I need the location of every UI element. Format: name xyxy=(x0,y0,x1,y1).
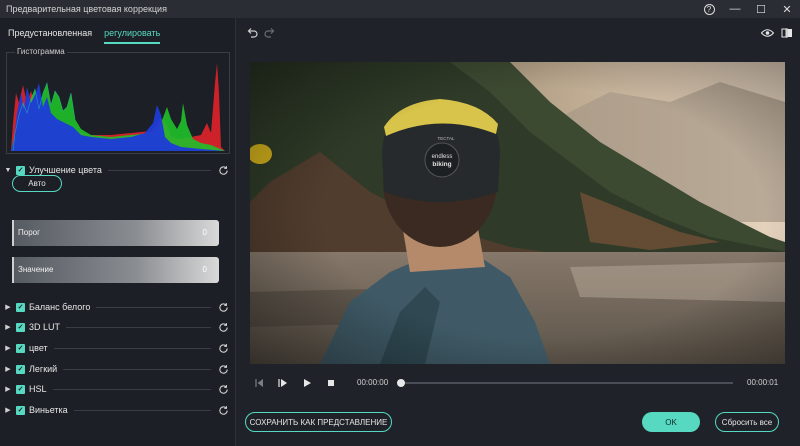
amount-value: 0 xyxy=(202,265,207,274)
minimize-button[interactable]: — xyxy=(722,0,748,18)
threshold-value: 0 xyxy=(202,228,207,237)
compare-icon[interactable] xyxy=(780,26,794,40)
progress-track[interactable] xyxy=(401,382,733,384)
section-label: Улучшение цвета xyxy=(29,165,102,175)
close-button[interactable]: ✕ xyxy=(774,0,800,18)
reset-icon[interactable] xyxy=(217,164,229,176)
checkbox-light[interactable]: ✓ xyxy=(16,364,25,374)
help-button[interactable]: ? xyxy=(696,0,722,18)
progress-knob[interactable] xyxy=(397,379,405,387)
histogram-chart xyxy=(11,63,225,151)
reset-icon[interactable] xyxy=(217,342,229,354)
divider xyxy=(53,347,211,349)
maximize-button[interactable]: ☐ xyxy=(748,0,774,18)
reset-icon[interactable] xyxy=(217,301,229,313)
section-3d-lut[interactable]: ▶ ✓ 3D LUT xyxy=(0,319,236,335)
divider xyxy=(66,326,211,328)
prev-frame-icon[interactable] xyxy=(253,377,265,389)
tab-bar: Предустановленная регулировать xyxy=(0,18,236,44)
expand-arrow-icon[interactable]: ▶ xyxy=(2,342,14,354)
reset-all-button[interactable]: Сбросить все xyxy=(715,412,779,432)
checkbox-color[interactable]: ✓ xyxy=(16,343,25,353)
tab-adjust[interactable]: регулировать xyxy=(104,28,161,44)
section-label: цвет xyxy=(29,343,48,353)
threshold-slider[interactable]: Порог 0 xyxy=(12,220,219,246)
divider xyxy=(107,169,211,171)
play-icon[interactable] xyxy=(301,377,313,389)
section-vignette[interactable]: ▶ ✓ Виньетка xyxy=(0,402,236,418)
slider-handle[interactable] xyxy=(12,220,14,246)
divider xyxy=(73,409,211,411)
section-label: HSL xyxy=(29,384,47,394)
tab-presets[interactable]: Предустановленная xyxy=(8,28,92,44)
current-time: 00:00:00 xyxy=(357,378,389,387)
section-hsl[interactable]: ▶ ✓ HSL xyxy=(0,381,236,397)
divider xyxy=(52,388,211,390)
histogram-label: Гистограмма xyxy=(15,47,67,56)
expand-arrow-icon[interactable]: ▶ xyxy=(2,321,14,333)
reset-icon[interactable] xyxy=(217,363,229,375)
eye-icon[interactable] xyxy=(760,26,774,40)
divider xyxy=(63,368,211,370)
section-color[interactable]: ▶ ✓ цвет xyxy=(0,340,236,356)
collapse-arrow-icon[interactable]: ▼ xyxy=(2,164,14,176)
expand-arrow-icon[interactable]: ▶ xyxy=(2,404,14,416)
section-label: Виньетка xyxy=(29,405,68,415)
title-bar: Предварительная цветовая коррекция ? — ☐… xyxy=(0,0,800,18)
slider-handle[interactable] xyxy=(12,257,14,283)
play-frame-icon[interactable] xyxy=(277,377,289,389)
histogram-panel: Гистограмма xyxy=(6,47,230,154)
checkbox-vignette[interactable]: ✓ xyxy=(16,405,25,415)
section-white-balance[interactable]: ▶ ✓ Баланс белого xyxy=(0,299,236,315)
checkbox-hsl[interactable]: ✓ xyxy=(16,384,25,394)
redo-icon[interactable] xyxy=(263,26,277,40)
preview-image: endless biking TECTAL xyxy=(250,62,785,364)
undo-icon[interactable] xyxy=(245,26,259,40)
reset-icon[interactable] xyxy=(217,383,229,395)
section-light[interactable]: ▶ ✓ Легкий xyxy=(0,361,236,377)
help-icon: ? xyxy=(703,3,715,15)
checkbox-color-enhancement[interactable]: ✓ xyxy=(16,165,25,175)
expand-arrow-icon[interactable]: ▶ xyxy=(2,383,14,395)
divider xyxy=(96,306,211,308)
checkbox-3d-lut[interactable]: ✓ xyxy=(16,322,25,332)
expand-arrow-icon[interactable]: ▶ xyxy=(2,301,14,313)
threshold-label: Порог xyxy=(18,228,41,237)
ok-button[interactable]: OK xyxy=(642,412,700,432)
checkbox-white-balance[interactable]: ✓ xyxy=(16,302,25,312)
reset-icon[interactable] xyxy=(217,321,229,333)
auto-button[interactable]: Авто xyxy=(12,175,62,192)
save-preset-button[interactable]: СОХРАНИТЬ КАК ПРЕДСТАВЛЕНИЕ xyxy=(245,412,392,432)
amount-label: Значение xyxy=(18,265,54,274)
player-controls: 00:00:00 00:00:01 xyxy=(250,375,785,391)
section-label: 3D LUT xyxy=(29,322,61,332)
expand-arrow-icon[interactable]: ▶ xyxy=(2,363,14,375)
window-title: Предварительная цветовая коррекция xyxy=(6,4,167,14)
total-time: 00:00:01 xyxy=(747,378,779,387)
reset-icon[interactable] xyxy=(217,404,229,416)
stop-icon[interactable] xyxy=(325,377,337,389)
section-label: Баланс белого xyxy=(29,302,91,312)
section-label: Легкий xyxy=(29,364,58,374)
amount-slider[interactable]: Значение 0 xyxy=(12,257,219,283)
video-preview: endless biking TECTAL xyxy=(250,62,785,364)
